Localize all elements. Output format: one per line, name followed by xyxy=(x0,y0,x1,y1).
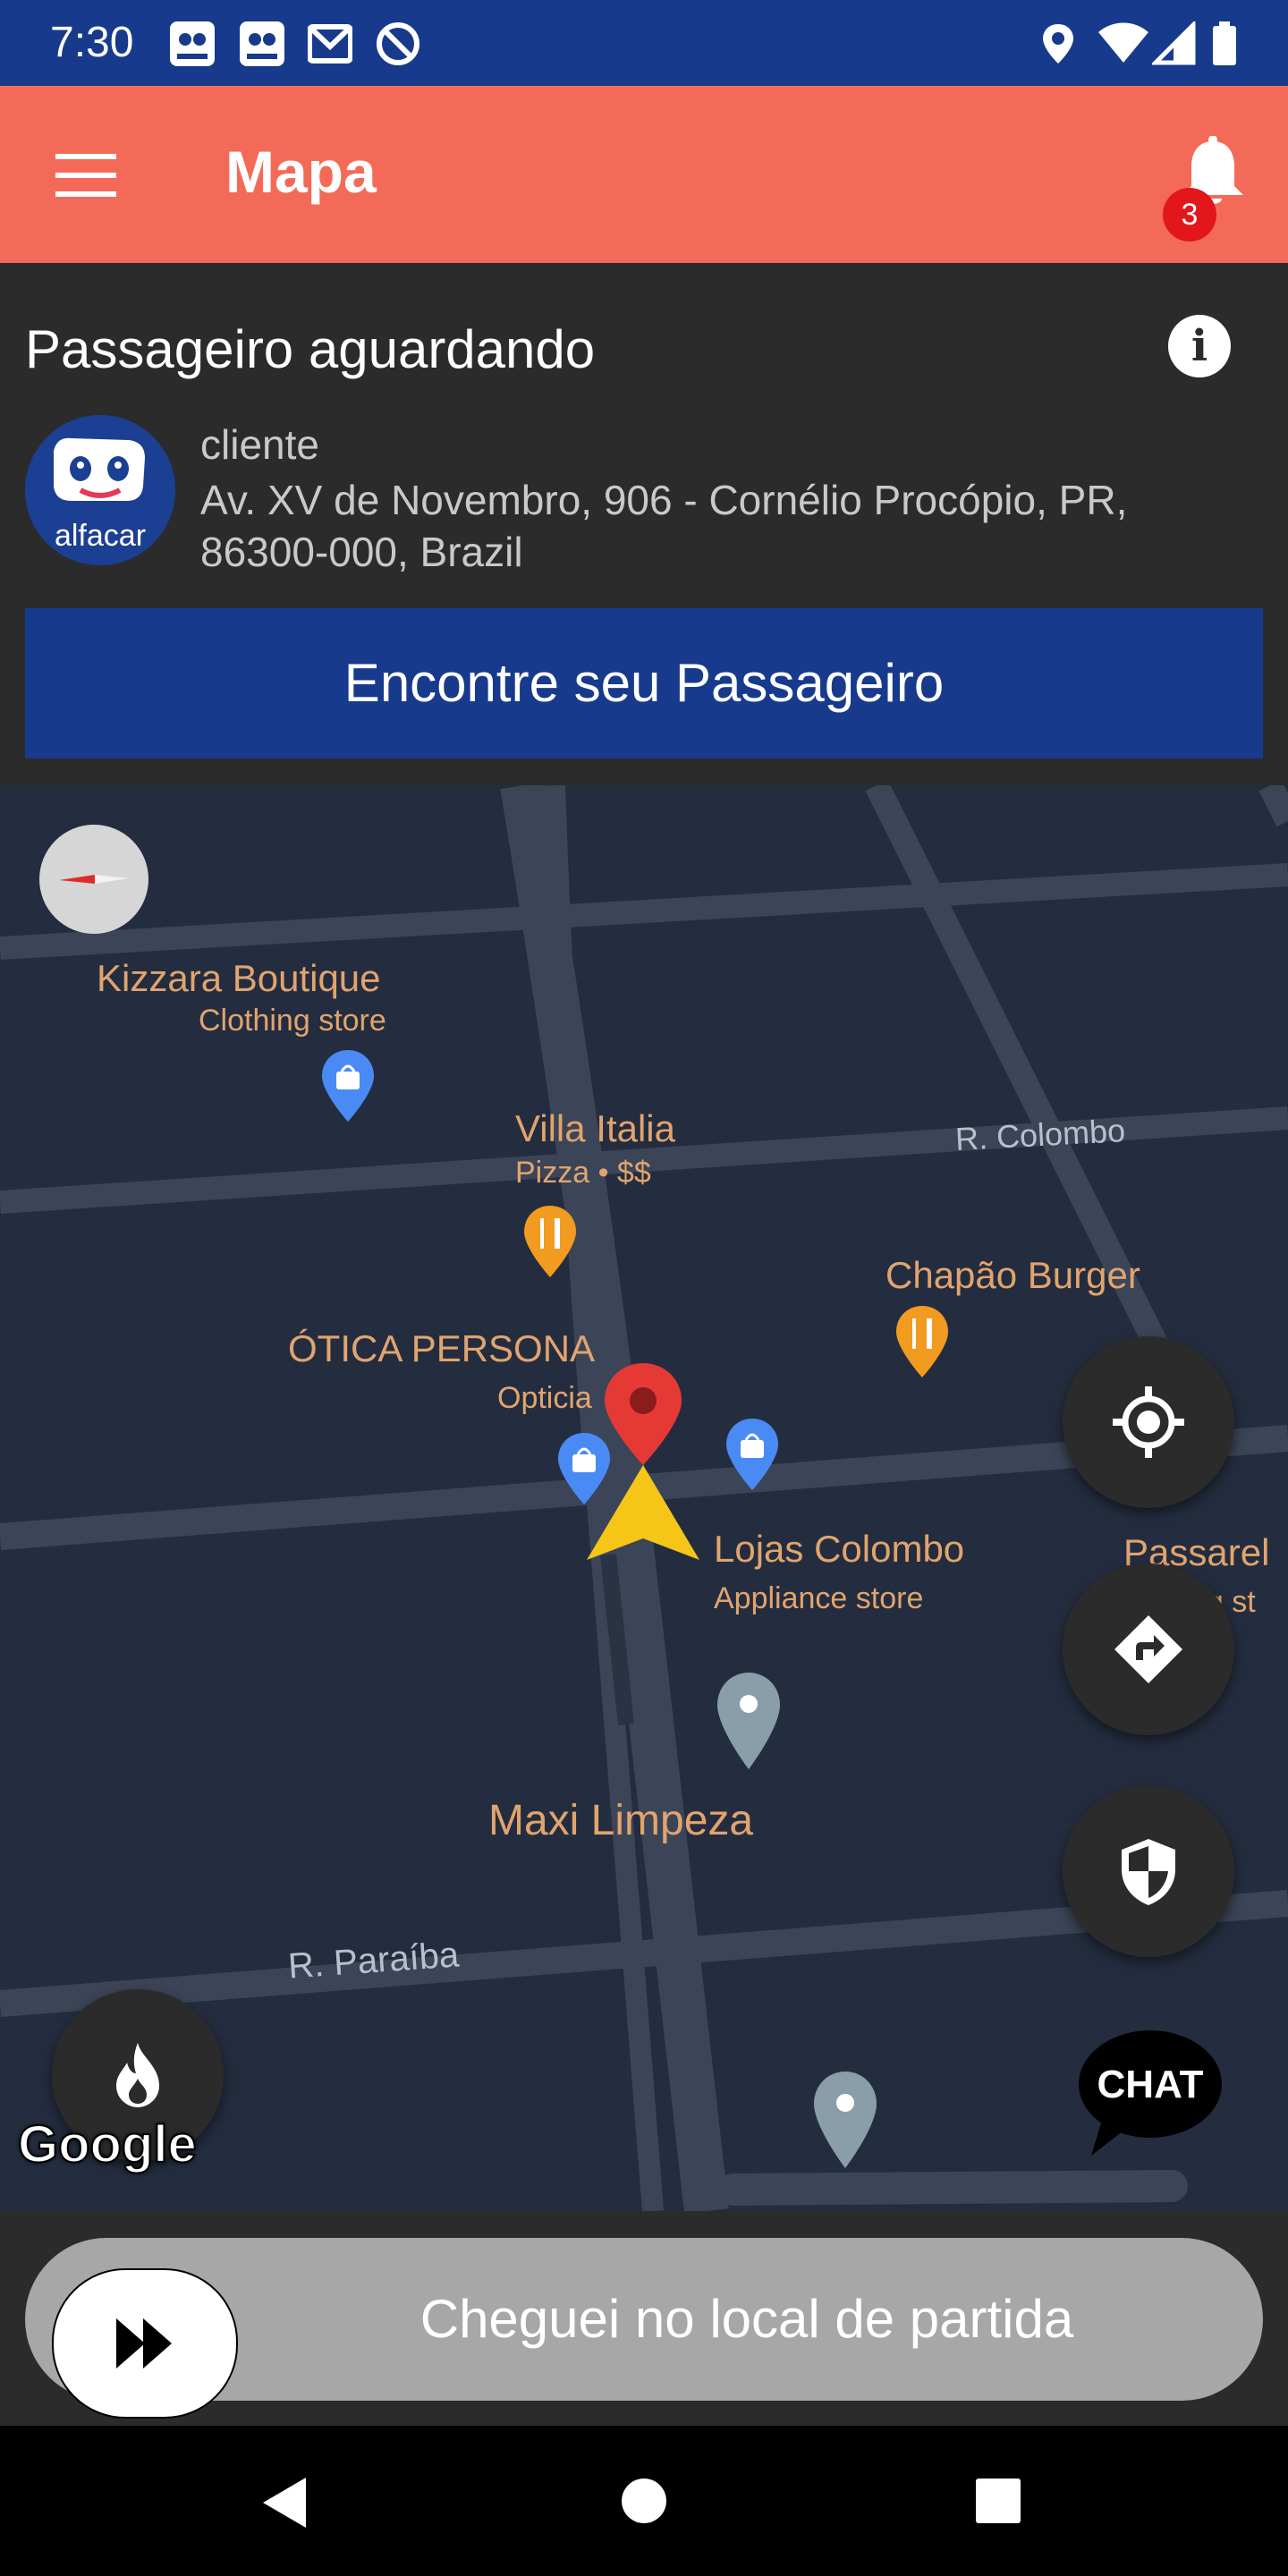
gmail-icon xyxy=(308,24,352,64)
recents-icon[interactable] xyxy=(975,2478,1021,2524)
restaurant-pin-icon[interactable] xyxy=(521,1204,580,1279)
gray-place-pin-icon[interactable] xyxy=(810,2070,880,2170)
place-name[interactable]: Chapão Burger xyxy=(886,1254,1140,1297)
place-name[interactable]: ÓTICA PERSONA xyxy=(288,1327,595,1370)
map-view[interactable]: Kizzara Boutique Clothing store Villa It… xyxy=(0,785,1288,2211)
place-category: Opticia xyxy=(497,1381,592,1415)
compass-button[interactable] xyxy=(39,825,148,934)
my-location-button[interactable] xyxy=(1063,1336,1234,1508)
place-name[interactable]: Kizzara Boutique xyxy=(97,957,381,1000)
info-icon[interactable]: i xyxy=(1168,315,1231,377)
signal-icon xyxy=(1152,21,1196,65)
status-time: 7:30 xyxy=(50,19,134,66)
menu-icon[interactable] xyxy=(55,154,116,197)
system-nav-bar xyxy=(0,2426,1288,2576)
find-passenger-button[interactable]: Encontre seu Passageiro xyxy=(25,608,1263,758)
gray-place-pin-icon[interactable] xyxy=(714,1671,784,1771)
restaurant-pin-icon[interactable] xyxy=(893,1304,952,1379)
shopping-bag-pin-icon[interactable] xyxy=(318,1048,377,1123)
directions-button[interactable] xyxy=(1063,1563,1234,1735)
chat-button[interactable]: CHAT xyxy=(1077,2025,1224,2157)
chat-label: CHAT xyxy=(1097,2063,1204,2106)
passenger-status-heading: Passageiro aguardando xyxy=(25,319,596,379)
wifi-icon xyxy=(1098,22,1148,63)
fast-forward-icon xyxy=(116,2318,172,2368)
compass-icon xyxy=(59,875,129,884)
alfacar-notification-icon xyxy=(240,21,284,66)
place-name[interactable]: Maxi Limpeza xyxy=(488,1796,753,1845)
arrival-swipe-bar: Cheguei no local de partida xyxy=(0,2211,1288,2426)
location-icon xyxy=(1043,24,1073,64)
arrival-swipe-slider[interactable]: Cheguei no local de partida xyxy=(25,2238,1263,2419)
shopping-bag-pin-icon[interactable] xyxy=(723,1417,782,1492)
home-icon[interactable] xyxy=(621,2478,667,2524)
driver-navigation-arrow-icon xyxy=(587,1465,699,1560)
crosshair-location-icon xyxy=(1113,1386,1184,1458)
place-name[interactable]: Lojas Colombo xyxy=(714,1528,964,1571)
directions-icon xyxy=(1114,1615,1182,1683)
place-category: Pizza • $$ xyxy=(515,1156,651,1190)
status-bar: 7:30 xyxy=(0,0,1288,86)
place-category: Clothing store xyxy=(199,1004,386,1038)
client-name: cliente xyxy=(200,421,319,468)
passenger-panel: Passageiro aguardando i alfacar cliente … xyxy=(0,263,1288,785)
app-bar: Mapa 3 xyxy=(0,86,1288,263)
alfacar-notification-icon xyxy=(170,21,215,66)
notification-count-badge: 3 xyxy=(1163,188,1216,242)
safety-shield-button[interactable] xyxy=(1063,1785,1234,1957)
shield-icon xyxy=(1122,1839,1175,1905)
back-icon[interactable] xyxy=(259,2476,309,2529)
place-name[interactable]: Villa Italia xyxy=(515,1107,675,1150)
pickup-address: Av. XV de Novembro, 906 - Cornélio Procó… xyxy=(200,477,1128,575)
page-title: Mapa xyxy=(225,139,377,205)
alfacar-logo-icon: alfacar xyxy=(25,415,175,565)
swipe-label: Cheguei no local de partida xyxy=(419,2289,1074,2349)
place-category: Appliance store xyxy=(714,1581,924,1615)
do-not-disturb-icon xyxy=(377,22,419,65)
battery-icon xyxy=(1213,21,1236,65)
flame-icon xyxy=(116,2043,159,2107)
avatar: alfacar xyxy=(25,415,175,565)
destination-pin-icon[interactable] xyxy=(601,1361,685,1467)
swipe-handle[interactable] xyxy=(52,2268,238,2419)
avatar-logo-text: alfacar xyxy=(55,519,146,553)
google-attribution: Google xyxy=(17,2114,198,2174)
